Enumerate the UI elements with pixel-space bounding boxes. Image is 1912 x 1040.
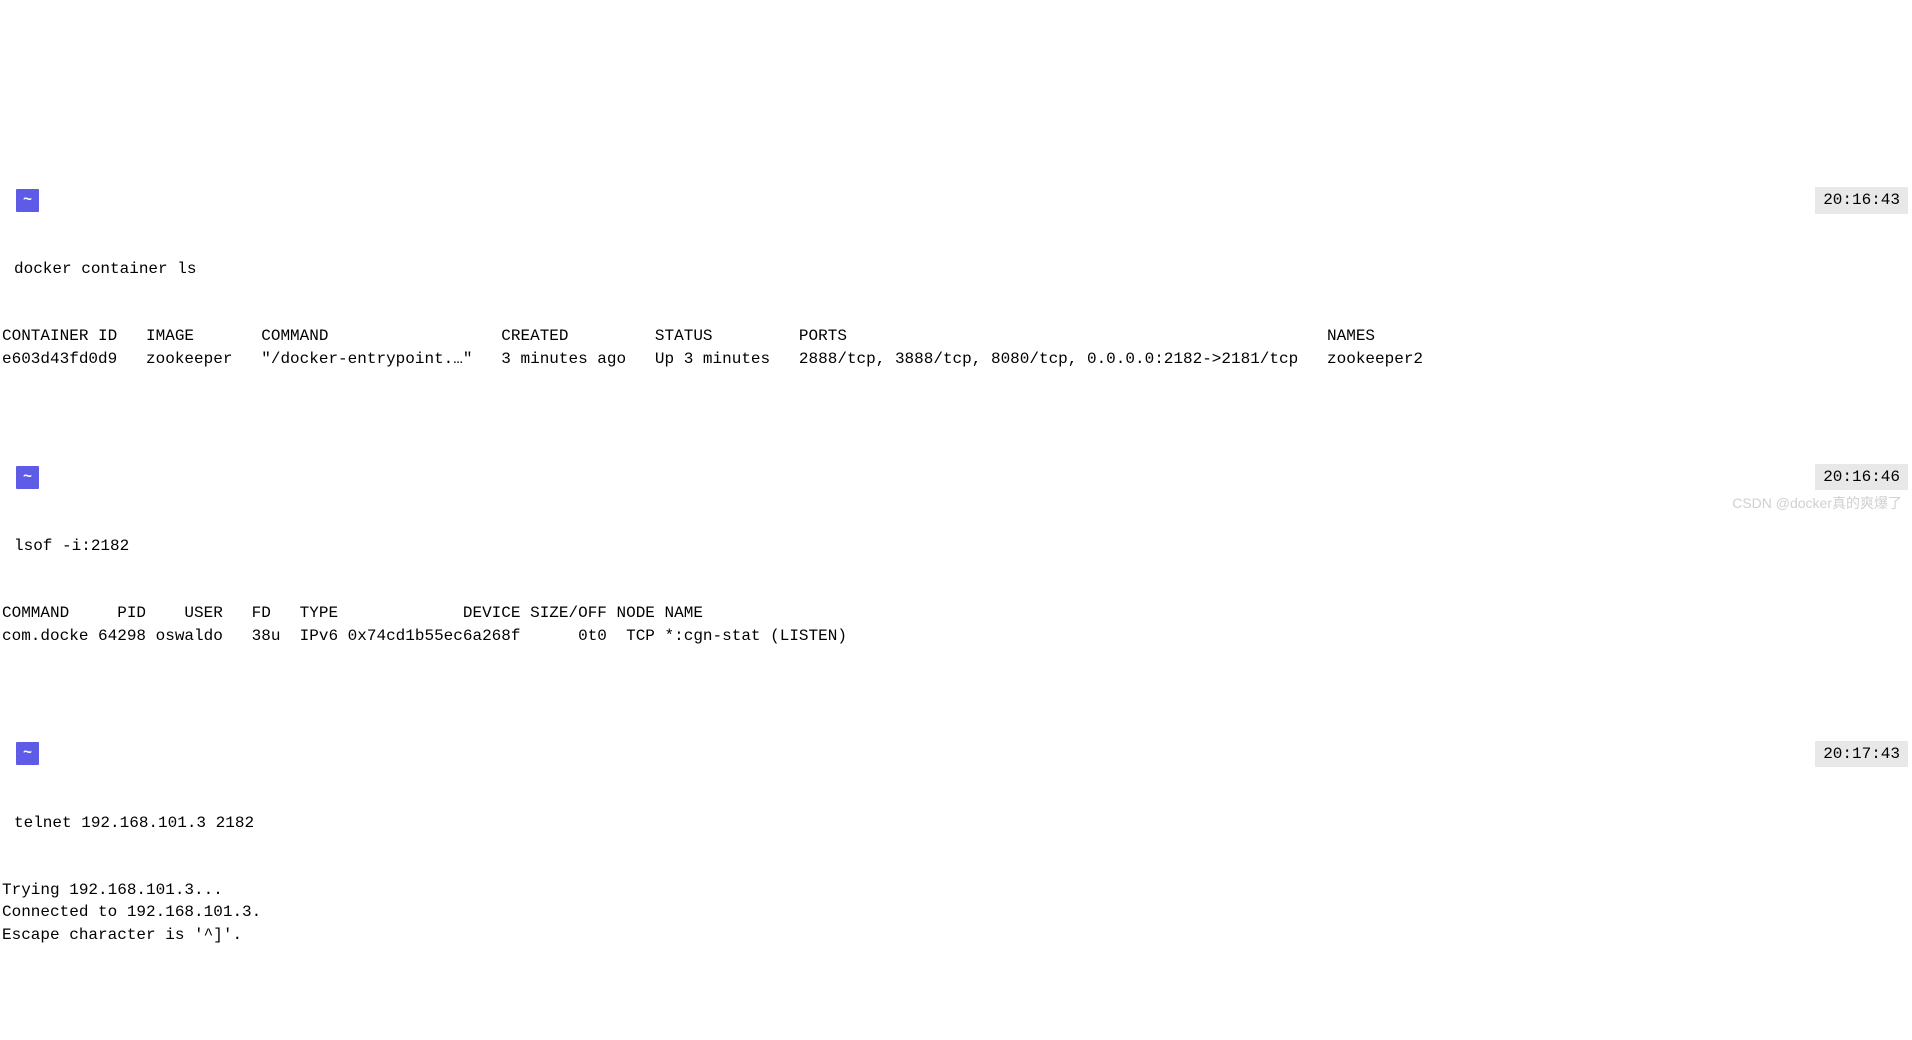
prompt-line: ~ 20:16:46	[2, 464, 1910, 490]
timestamp: 20:16:43	[1815, 187, 1908, 213]
timestamp: 20:17:43	[1815, 741, 1908, 767]
command-output: Trying 192.168.101.3... Connected to 192…	[2, 879, 1910, 946]
tilde-badge: ~	[16, 466, 39, 489]
timestamp: 20:16:46	[1815, 464, 1908, 490]
command-line[interactable]: docker container ls	[2, 258, 1910, 280]
prompt-left: ~	[2, 189, 39, 212]
terminal-window[interactable]: ~ 20:16:43 docker container ls CONTAINER…	[0, 90, 1912, 995]
command-line[interactable]: lsof -i:2182	[2, 535, 1910, 557]
command-output: CONTAINER ID IMAGE COMMAND CREATED STATU…	[2, 325, 1910, 370]
command-output: COMMAND PID USER FD TYPE DEVICE SIZE/OFF…	[2, 602, 1910, 647]
tilde-badge: ~	[16, 189, 39, 212]
prompt-left: ~	[2, 742, 39, 765]
command-line[interactable]: telnet 192.168.101.3 2182	[2, 812, 1910, 834]
prompt-left: ~	[2, 466, 39, 489]
prompt-line: ~ 20:16:43	[2, 187, 1910, 213]
tilde-badge: ~	[16, 742, 39, 765]
prompt-line: ~ 20:17:43	[2, 741, 1910, 767]
